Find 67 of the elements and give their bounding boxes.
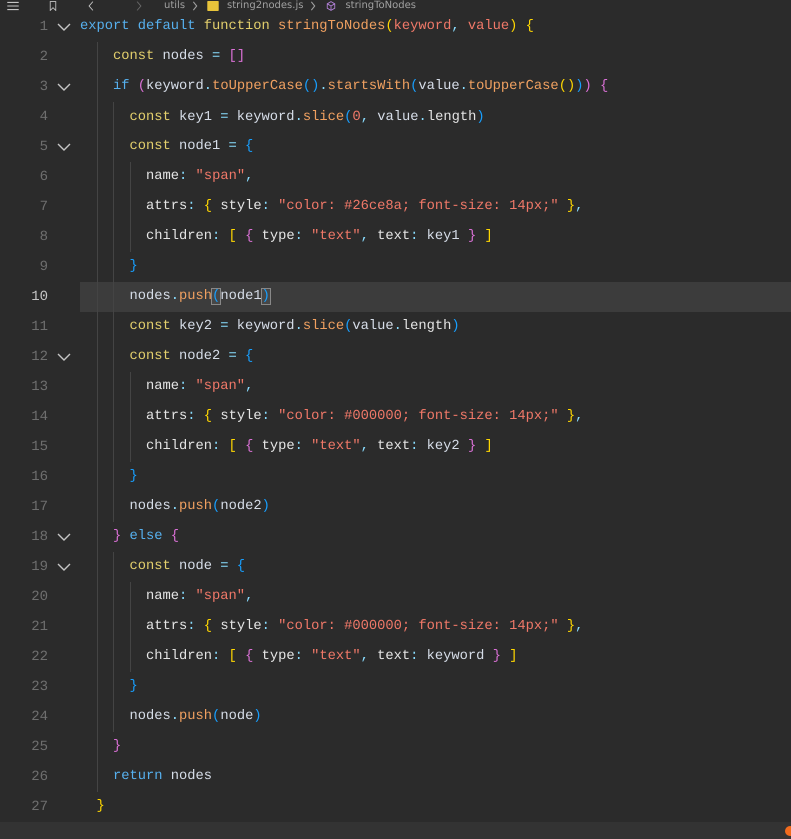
code-line: nodes.push(node2): [80, 492, 791, 522]
line-number: 18: [30, 528, 48, 547]
javascript-file-icon: [205, 1, 222, 11]
line-number: 3: [38, 78, 48, 97]
line-number: 5: [38, 138, 48, 157]
line-number: 9: [38, 258, 48, 277]
code-line: attrs: { style: "color: #000000; font-size: 14px;" },: [80, 402, 791, 432]
code-line: name: "span",: [80, 582, 791, 612]
code-line: export default function stringToNodes(keyword, value) {: [80, 18, 535, 36]
line-number: 16: [30, 468, 48, 487]
fold-chevron-icon[interactable]: [57, 533, 71, 541]
code-line: const node2 = {: [80, 342, 791, 372]
code-line: const node1 = {: [80, 132, 791, 162]
line-number: 15: [30, 438, 48, 457]
line-number: 10: [30, 288, 48, 307]
fold-chevron-icon[interactable]: [57, 353, 71, 361]
code-line: const nodes = []: [80, 42, 791, 72]
line-number: 12: [30, 348, 48, 367]
line-number: 4: [38, 108, 48, 127]
line-number: 1: [38, 18, 48, 37]
line-number: 2: [38, 48, 48, 67]
line-number: 14: [30, 408, 48, 427]
code-line: }: [80, 462, 791, 492]
breadcrumb-item[interactable]: stringToNodes: [345, 0, 416, 12]
line-number: 26: [30, 768, 48, 787]
forward-icon[interactable]: [134, 1, 144, 11]
code-line: const key1 = keyword.slice(0, value.length): [80, 102, 791, 132]
code-line: attrs: { style: "color: #26ce8a; font-size: 14px;" },: [80, 192, 791, 222]
line-number: 6: [38, 168, 48, 187]
code-line: }: [80, 732, 791, 762]
fold-chevron-icon[interactable]: [57, 23, 71, 31]
breadcrumb-item[interactable]: utils: [164, 0, 186, 12]
fold-chevron-icon[interactable]: [57, 83, 71, 91]
code-line: } else {: [80, 522, 791, 552]
code-line: return nodes: [80, 762, 791, 792]
line-number: 7: [38, 198, 48, 217]
line-number: 13: [30, 378, 48, 397]
chevron-icon: [309, 1, 318, 11]
code-line: name: "span",: [80, 162, 791, 192]
code-line: children: [ { type: "text", text: key2 } ]: [80, 432, 791, 462]
line-number: 27: [30, 798, 48, 817]
line-number: 23: [30, 678, 48, 697]
line-number: 17: [30, 498, 48, 517]
code-line: if (keyword.toUpperCase().startsWith(value.toUpperCase())) {: [80, 72, 791, 102]
fold-chevron-icon[interactable]: [57, 143, 71, 151]
code-line: nodes.push(node): [80, 702, 791, 732]
code-line: name: "span",: [80, 372, 791, 402]
code-line: const key2 = keyword.slice(value.length): [80, 312, 791, 342]
chevron-icon: [191, 1, 200, 11]
back-icon[interactable]: [86, 1, 96, 11]
code-line: }: [80, 672, 791, 702]
code-line: const node = {: [80, 552, 791, 582]
line-number: 21: [30, 618, 48, 637]
line-number: 25: [30, 738, 48, 757]
code-line: attrs: { style: "color: #000000; font-size: 14px;" },: [80, 612, 791, 642]
code-line: }: [96, 798, 106, 816]
line-number: 22: [30, 648, 48, 667]
line-number: 11: [30, 318, 48, 337]
code-line: }: [80, 252, 791, 282]
code-line: children: [ { type: "text", text: keyword } ]: [80, 642, 791, 672]
breadcrumb-item[interactable]: string2nodes.js: [227, 0, 304, 12]
line-number: 19: [30, 558, 48, 577]
fold-chevron-icon[interactable]: [57, 563, 71, 571]
line-number: 8: [38, 228, 48, 247]
line-number: 24: [30, 708, 48, 727]
line-number: 20: [30, 588, 48, 607]
code-line: children: [ { type: "text", text: key1 } ]: [80, 222, 791, 252]
